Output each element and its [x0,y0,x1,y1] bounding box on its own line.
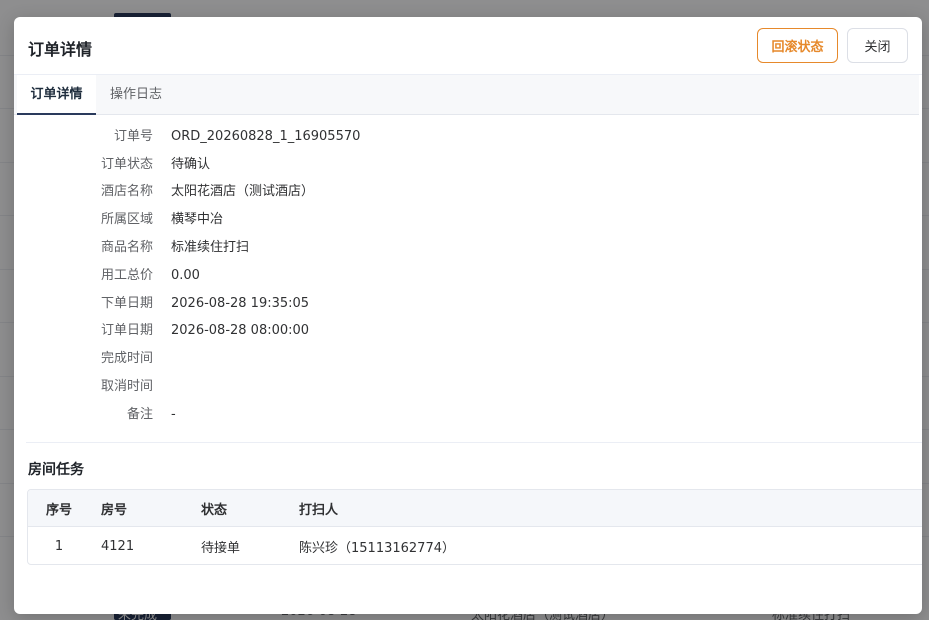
detail-row-order-no: 订单号 ORD_20260828_1_16905570 [14,127,922,147]
detail-value: 2026-08-28 08:00:00 [171,323,310,338]
detail-value: 0.00 [171,268,200,283]
detail-value: 待确认 [171,157,211,172]
detail-label: 取消时间 [100,379,153,394]
detail-label: 订单日期 [100,323,153,338]
detail-label: 商品名称 [100,240,153,255]
cell-room: 4121 [101,538,135,554]
detail-value: 横琴中冶 [171,212,224,227]
cell-cleaner: 陈兴珍（15113162774） [299,540,455,556]
rollback-status-button[interactable]: 回滚状态 [757,28,838,63]
detail-row-product-name: 商品名称 标准续住打扫 [14,238,922,258]
room-tasks-table: 序号 房号 状态 打扫人 1 4121 待接单 陈兴珍（15113162774） [27,489,922,565]
room-tasks-title: 房间任务 [28,462,84,478]
column-header-status: 状态 [201,502,228,518]
column-header-room: 房号 [101,502,128,518]
detail-row-labor-total: 用工总价 0.00 [14,266,922,286]
detail-value: 标准续住打扫 [171,240,250,255]
detail-row-remarks: 备注 - [14,405,922,425]
detail-label: 下单日期 [100,296,153,311]
detail-row-completed-time: 完成时间 [14,349,922,369]
detail-row-hotel-name: 酒店名称 太阳花酒店（测试酒店） [14,182,922,202]
cell-seq: 1 [54,538,64,554]
detail-label: 完成时间 [100,351,153,366]
tab-operation-log[interactable]: 操作日志 [102,75,170,115]
detail-value: ORD_20260828_1_16905570 [171,129,361,144]
detail-row-region: 所属区域 横琴中冶 [14,210,922,230]
detail-value: 太阳花酒店（测试酒店） [171,184,315,199]
detail-row-order-status: 订单状态 待确认 [14,155,922,175]
detail-row-cancelled-time: 取消时间 [14,377,922,397]
tab-bar: 订单详情 操作日志 [14,75,919,115]
detail-row-order-date: 订单日期 2026-08-28 08:00:00 [14,321,922,341]
column-header-seq: 序号 [45,502,72,518]
detail-label: 酒店名称 [100,184,153,199]
detail-label: 所属区域 [100,212,153,227]
dialog-title: 订单详情 [28,40,93,59]
detail-label: 订单号 [113,129,153,144]
order-detail-dialog: 订单详情 回滚状态 关闭 订单详情 操作日志 订单号 ORD_20260828_… [14,17,922,614]
dialog-header: 订单详情 回滚状态 关闭 [14,17,922,75]
column-header-cleaner: 打扫人 [299,502,339,518]
section-divider [26,442,922,443]
table-row: 1 4121 待接单 陈兴珍（15113162774） [28,527,922,564]
detail-label: 用工总价 [100,268,153,283]
close-button[interactable]: 关闭 [847,28,908,63]
detail-label: 备注 [126,407,153,422]
detail-label: 订单状态 [100,157,153,172]
detail-value: 2026-08-28 19:35:05 [171,296,310,311]
table-header: 序号 房号 状态 打扫人 [28,490,922,527]
detail-row-placed-date: 下单日期 2026-08-28 19:35:05 [14,294,922,314]
cell-status: 待接单 [201,540,241,556]
tab-order-detail[interactable]: 订单详情 [17,75,96,115]
detail-value: - [171,407,176,422]
